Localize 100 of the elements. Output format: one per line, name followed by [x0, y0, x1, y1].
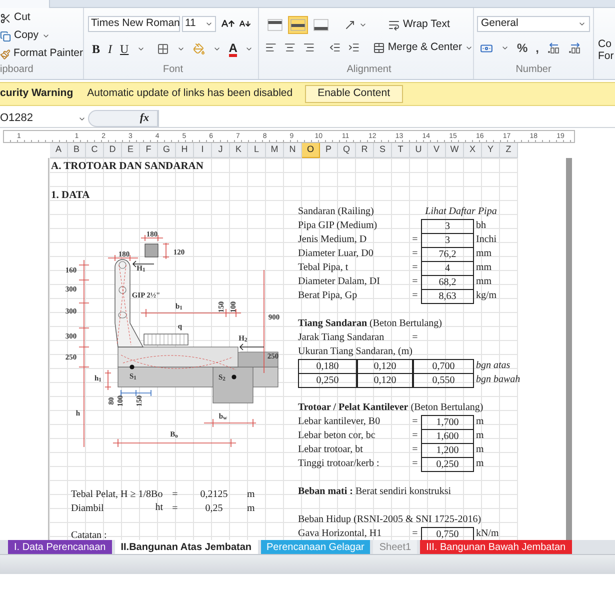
parameter-label: Pipa GIP (Medium)	[298, 221, 378, 231]
align-right-icon[interactable]	[302, 41, 314, 54]
column-header[interactable]: P	[320, 143, 338, 158]
vertical-align-button[interactable]	[288, 16, 308, 34]
currency-icon[interactable]	[480, 42, 493, 54]
column-header[interactable]: D	[104, 143, 122, 158]
font-size-select[interactable]: 11	[182, 16, 216, 32]
pipe-list-note: Lihat Daftar Pipa	[424, 207, 498, 217]
equals-sign: =	[412, 333, 418, 343]
unit-label: m	[475, 417, 484, 427]
column-header[interactable]: B	[68, 143, 86, 158]
clipboard-button[interactable]: Cut	[0, 11, 83, 25]
column-header[interactable]: Q	[338, 143, 356, 158]
parameter-label: Tebal Pelat, H ≥ 1/8Bo	[71, 489, 163, 501]
column-header[interactable]: R	[356, 143, 374, 158]
column-header[interactable]: N	[284, 143, 302, 158]
group-label: Alignment	[346, 63, 392, 77]
value-cell: 1,700	[421, 415, 474, 430]
column-header[interactable]: K	[230, 143, 248, 158]
decrease-decimal-icon[interactable]	[568, 42, 582, 54]
column-header[interactable]: S	[374, 143, 392, 158]
clipboard-button[interactable]: Format Painter	[0, 47, 83, 61]
number-style-button[interactable]: ,	[536, 39, 540, 57]
diagonal-arrow-icon[interactable]	[344, 19, 356, 31]
column-header[interactable]: Y	[482, 143, 500, 158]
column-header[interactable]: M	[266, 143, 284, 158]
ribbon-button-label[interactable]: Co	[598, 38, 614, 50]
vertical-align-button[interactable]	[311, 16, 331, 34]
size-note: bgn atas	[475, 361, 510, 371]
unit-label: bh	[475, 221, 486, 231]
column-header[interactable]: A	[50, 143, 68, 158]
unit-label: mm	[475, 249, 492, 259]
parameter-label: Lebar trotoar, bt	[298, 445, 364, 455]
caret-icon	[501, 44, 509, 52]
column-header[interactable]: E	[122, 143, 140, 158]
equals-sign: =	[412, 249, 418, 259]
column-header[interactable]: V	[428, 143, 446, 158]
sheet-tab[interactable]: II.Bangunan Atas Jembatan	[114, 540, 258, 554]
column-header[interactable]: F	[140, 143, 158, 158]
note-label: Catatan :	[71, 530, 108, 540]
size-cell: 0,180	[298, 359, 357, 374]
parameter-label: Jarak Tiang Sandaran	[298, 333, 386, 343]
function-label[interactable]: fx	[140, 110, 149, 127]
column-header[interactable]: J	[212, 143, 230, 158]
sheet-tab[interactable]: I. Data Perencanaan	[8, 540, 112, 554]
sheet-tab[interactable]: III. Bangunan Bawah Jembatan	[420, 540, 572, 554]
unit-label: kN/m	[475, 529, 499, 539]
column-header[interactable]: L	[248, 143, 266, 158]
ribbon-button-label[interactable]: For	[598, 50, 614, 62]
symbol-label: ht	[155, 503, 163, 515]
column-header[interactable]: X	[464, 143, 482, 158]
sheet-title: A. TROTOAR DAN SANDARAN	[51, 162, 204, 172]
font-color-button[interactable]: A	[228, 42, 238, 56]
equals-sign: =	[412, 263, 418, 273]
warning-title: curity Warning	[0, 86, 74, 102]
align-center-icon[interactable]	[284, 41, 296, 54]
column-header[interactable]: I	[194, 143, 212, 158]
parameter-label: Jenis Medium, D	[298, 235, 368, 245]
font-style-button[interactable]: B	[92, 40, 100, 58]
decrease-indent-icon[interactable]	[329, 41, 342, 54]
vertical-align-icon	[290, 19, 306, 31]
wrap-text-button[interactable]: Wrap Text	[388, 17, 450, 33]
parameter-label: Tebal Pipa, t	[298, 263, 350, 273]
merge-center-button[interactable]: Merge & Center	[372, 40, 474, 56]
caret-icon	[205, 20, 213, 28]
column-header[interactable]: Z	[500, 143, 518, 158]
font-family-select[interactable]: Times New Roman	[88, 16, 180, 32]
column-header[interactable]: H	[176, 143, 194, 158]
paintbrush-icon	[0, 48, 11, 60]
equals-sign: =	[412, 529, 418, 539]
parameter-label: Gava Horizontal, H1	[298, 529, 383, 539]
equals-sign: =	[171, 504, 179, 514]
clipboard-button[interactable]: Copy	[0, 29, 83, 43]
column-header[interactable]: T	[392, 143, 410, 158]
column-header[interactable]: O	[302, 143, 320, 158]
parameter-label: Diameter Luar, D0	[298, 249, 374, 259]
align-left-icon[interactable]	[265, 41, 277, 54]
vertical-align-button[interactable]	[265, 16, 285, 34]
column-header[interactable]: U	[410, 143, 428, 158]
column-header[interactable]: W	[446, 143, 464, 158]
parameter-label: Lebar kantilever, B0	[298, 417, 382, 427]
column-header[interactable]: C	[86, 143, 104, 158]
size-cell: 0,120	[357, 373, 413, 388]
number-style-button[interactable]: %	[517, 39, 528, 57]
increase-decimal-icon[interactable]	[547, 42, 560, 54]
value-cell: 1,600	[421, 429, 474, 444]
borders-icon[interactable]	[156, 43, 169, 55]
increase-indent-icon[interactable]	[348, 41, 360, 54]
number-format-select[interactable]: General	[477, 16, 590, 32]
size-cell: 0,120	[357, 359, 413, 374]
value-cell: 76,2	[421, 247, 474, 262]
font-style-button[interactable]: I	[108, 40, 112, 58]
value-text: 0,25	[204, 504, 224, 514]
font-style-button[interactable]: U	[120, 40, 129, 58]
parameter-label: Tinggi trotoar/kerb :	[298, 459, 380, 469]
enable-content-button[interactable]: Enable Content	[304, 85, 403, 103]
unit-label: m	[475, 459, 484, 469]
unit-label: m	[247, 490, 255, 500]
column-header[interactable]: G	[158, 143, 176, 158]
wrap-text-icon	[388, 19, 400, 31]
